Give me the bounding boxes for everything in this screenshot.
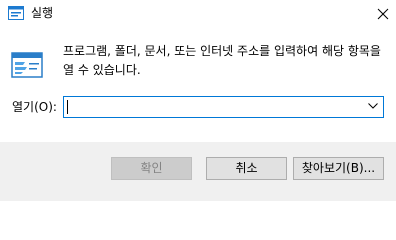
- chevron-down-icon: [368, 103, 378, 109]
- run-dialog: 실행 프로그램, 폴더, 문서, 또는 인터넷 주소를 입력하여 해당 항목을 …: [0, 0, 396, 201]
- close-icon: [377, 8, 389, 20]
- cancel-button[interactable]: 취소: [206, 157, 287, 180]
- text-caret: [67, 100, 68, 114]
- title-bar[interactable]: 실행: [0, 0, 396, 28]
- run-program-icon: [11, 52, 43, 78]
- open-label: 열기(O):: [12, 100, 57, 114]
- button-bar: 확인 취소 찾아보기(B)...: [0, 142, 396, 201]
- browse-button[interactable]: 찾아보기(B)...: [293, 157, 384, 180]
- close-button[interactable]: [372, 3, 394, 25]
- dropdown-button[interactable]: [363, 97, 383, 117]
- ok-button[interactable]: 확인: [111, 157, 192, 180]
- open-combobox[interactable]: [63, 96, 384, 118]
- window-title: 실행: [31, 6, 54, 20]
- description-text: 프로그램, 폴더, 문서, 또는 인터넷 주소를 입력하여 해당 항목을 열 수…: [63, 44, 381, 77]
- run-app-icon: [8, 6, 24, 20]
- open-input[interactable]: [64, 97, 360, 117]
